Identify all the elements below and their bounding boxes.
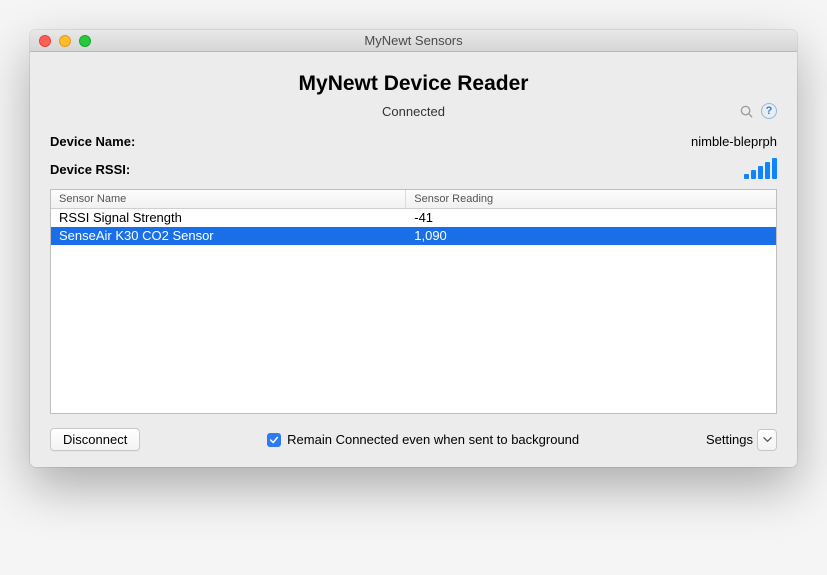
status-row: Connected ? — [50, 102, 777, 122]
device-rssi-row: Device RSSI: — [50, 159, 777, 179]
connection-status: Connected — [382, 104, 445, 119]
chevron-down-icon — [763, 435, 772, 444]
device-name-row: Device Name: nimble-bleprph — [50, 134, 777, 149]
remain-connected-label: Remain Connected even when sent to backg… — [287, 432, 579, 447]
app-window: MyNewt Sensors MyNewt Device Reader Conn… — [30, 30, 797, 467]
table-row[interactable]: SenseAir K30 CO2 Sensor 1,090 — [51, 227, 776, 245]
checkbox-checked-icon — [267, 433, 281, 447]
disconnect-button[interactable]: Disconnect — [50, 428, 140, 451]
table-row[interactable]: RSSI Signal Strength -41 — [51, 209, 776, 227]
remain-connected-checkbox[interactable]: Remain Connected even when sent to backg… — [154, 432, 692, 447]
titlebar[interactable]: MyNewt Sensors — [30, 30, 797, 52]
footer: Disconnect Remain Connected even when se… — [50, 428, 777, 451]
maximize-icon[interactable] — [79, 35, 91, 47]
device-name-label: Device Name: — [50, 134, 135, 149]
cell-sensor-name: SenseAir K30 CO2 Sensor — [51, 227, 406, 245]
table-header: Sensor Name Sensor Reading — [51, 190, 776, 209]
help-icon[interactable]: ? — [761, 103, 777, 119]
traffic-lights — [30, 35, 91, 47]
signal-strength-icon — [744, 159, 777, 179]
table-body: RSSI Signal Strength -41 SenseAir K30 CO… — [51, 209, 776, 245]
settings-disclosure-button[interactable] — [757, 429, 777, 451]
minimize-icon[interactable] — [59, 35, 71, 47]
column-sensor-name[interactable]: Sensor Name — [51, 190, 406, 208]
device-rssi-label: Device RSSI: — [50, 162, 130, 177]
cell-sensor-reading: 1,090 — [406, 227, 776, 245]
close-icon[interactable] — [39, 35, 51, 47]
cell-sensor-name: RSSI Signal Strength — [51, 209, 406, 227]
settings-group: Settings — [706, 429, 777, 451]
window-title: MyNewt Sensors — [30, 33, 797, 48]
settings-label[interactable]: Settings — [706, 432, 753, 447]
search-icon[interactable] — [737, 102, 755, 120]
page-title: MyNewt Device Reader — [50, 72, 777, 96]
cell-sensor-reading: -41 — [406, 209, 776, 227]
sensor-table[interactable]: Sensor Name Sensor Reading RSSI Signal S… — [50, 189, 777, 414]
device-name-value: nimble-bleprph — [691, 134, 777, 149]
column-sensor-reading[interactable]: Sensor Reading — [406, 190, 776, 208]
content-area: MyNewt Device Reader Connected ? Device … — [30, 52, 797, 467]
